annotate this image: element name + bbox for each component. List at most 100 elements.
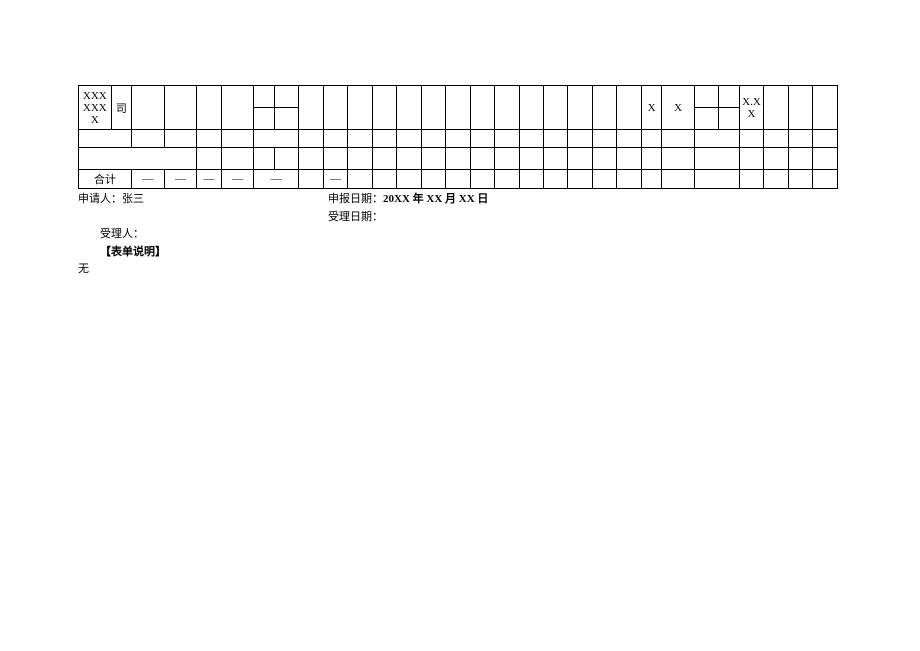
footer-area: 申请人：张三 申报日期：20XX 年 XX 月 XX 日 受理日期： 受理人： … xyxy=(78,191,920,279)
cell xyxy=(813,130,838,148)
cell xyxy=(254,108,274,130)
cell xyxy=(568,148,592,170)
cell xyxy=(592,86,616,130)
report-date-value: 20XX 年 XX 月 XX 日 xyxy=(383,193,488,205)
cell xyxy=(254,130,299,148)
cell xyxy=(421,148,445,170)
cell xyxy=(495,130,519,148)
cell xyxy=(323,148,347,170)
cell xyxy=(719,108,739,130)
cell xyxy=(495,170,519,189)
table-row: XXX XXX X 司 X X X.X X xyxy=(79,86,838,108)
cell xyxy=(421,86,445,130)
cell: X xyxy=(641,86,661,130)
cell xyxy=(641,148,661,170)
cell xyxy=(519,148,543,170)
cell xyxy=(421,130,445,148)
cell: — xyxy=(197,170,221,189)
accept-date-row: 受理日期： xyxy=(78,209,920,227)
cell xyxy=(446,86,470,130)
data-table: XXX XXX X 司 X X X.X X xyxy=(78,85,838,189)
cell xyxy=(221,148,254,170)
cell: — xyxy=(164,170,197,189)
cell xyxy=(470,170,494,189)
cell xyxy=(495,148,519,170)
cell xyxy=(519,130,543,148)
cell xyxy=(519,170,543,189)
cell xyxy=(470,148,494,170)
cell xyxy=(495,86,519,130)
cell xyxy=(254,148,274,170)
cell xyxy=(519,86,543,130)
cell xyxy=(348,86,372,130)
cell xyxy=(323,130,347,148)
cell xyxy=(221,86,254,130)
cell xyxy=(299,148,323,170)
cell xyxy=(694,170,739,189)
cell xyxy=(299,130,323,148)
applicant-row: 申请人：张三 申报日期：20XX 年 XX 月 XX 日 xyxy=(78,191,920,209)
cell: XXX XXX X xyxy=(79,86,112,130)
cell: — xyxy=(323,170,347,189)
cell xyxy=(446,148,470,170)
cell xyxy=(372,148,396,170)
acceptor-row: 受理人： xyxy=(100,226,920,244)
cell xyxy=(299,170,323,189)
cell xyxy=(739,148,763,170)
cell: 司 xyxy=(111,86,131,130)
cell xyxy=(397,170,421,189)
cell xyxy=(197,86,221,130)
cell xyxy=(397,148,421,170)
cell xyxy=(299,86,323,130)
applicant-label: 申请人： xyxy=(78,193,122,205)
cell xyxy=(813,148,838,170)
cell xyxy=(79,130,132,148)
cell: — xyxy=(132,170,165,189)
cell xyxy=(397,86,421,130)
cell xyxy=(421,170,445,189)
cell xyxy=(470,130,494,148)
table-row xyxy=(79,148,838,170)
report-date-label: 申报日期： xyxy=(328,193,383,205)
cell xyxy=(764,148,788,170)
form-note-value: 无 xyxy=(78,261,920,279)
table-row xyxy=(79,130,838,148)
cell xyxy=(592,130,616,148)
cell xyxy=(694,148,739,170)
cell xyxy=(764,130,788,148)
cell xyxy=(348,170,372,189)
cell xyxy=(694,86,718,108)
cell xyxy=(568,170,592,189)
cell xyxy=(446,130,470,148)
cell: X.X X xyxy=(739,86,763,130)
cell xyxy=(641,130,661,148)
cell xyxy=(719,86,739,108)
cell xyxy=(446,170,470,189)
cell xyxy=(641,170,661,189)
cell xyxy=(397,130,421,148)
acceptor-label: 受理人： xyxy=(100,228,144,240)
cell xyxy=(372,170,396,189)
cell xyxy=(694,108,718,130)
form-note-label: 【表单说明】 xyxy=(100,244,920,262)
cell xyxy=(764,170,788,189)
cell: X xyxy=(662,86,695,130)
cell xyxy=(788,148,812,170)
cell: — xyxy=(221,170,254,189)
cell xyxy=(372,130,396,148)
cell xyxy=(274,86,298,108)
cell xyxy=(274,108,298,130)
cell xyxy=(254,86,274,108)
cell xyxy=(132,86,165,130)
cell xyxy=(617,170,641,189)
cell xyxy=(372,86,396,130)
cell xyxy=(739,130,763,148)
cell xyxy=(662,170,695,189)
cell xyxy=(788,86,812,130)
cell xyxy=(323,86,347,130)
cell xyxy=(568,86,592,130)
cell xyxy=(592,170,616,189)
cell xyxy=(543,170,567,189)
cell xyxy=(470,86,494,130)
cell xyxy=(813,86,838,130)
